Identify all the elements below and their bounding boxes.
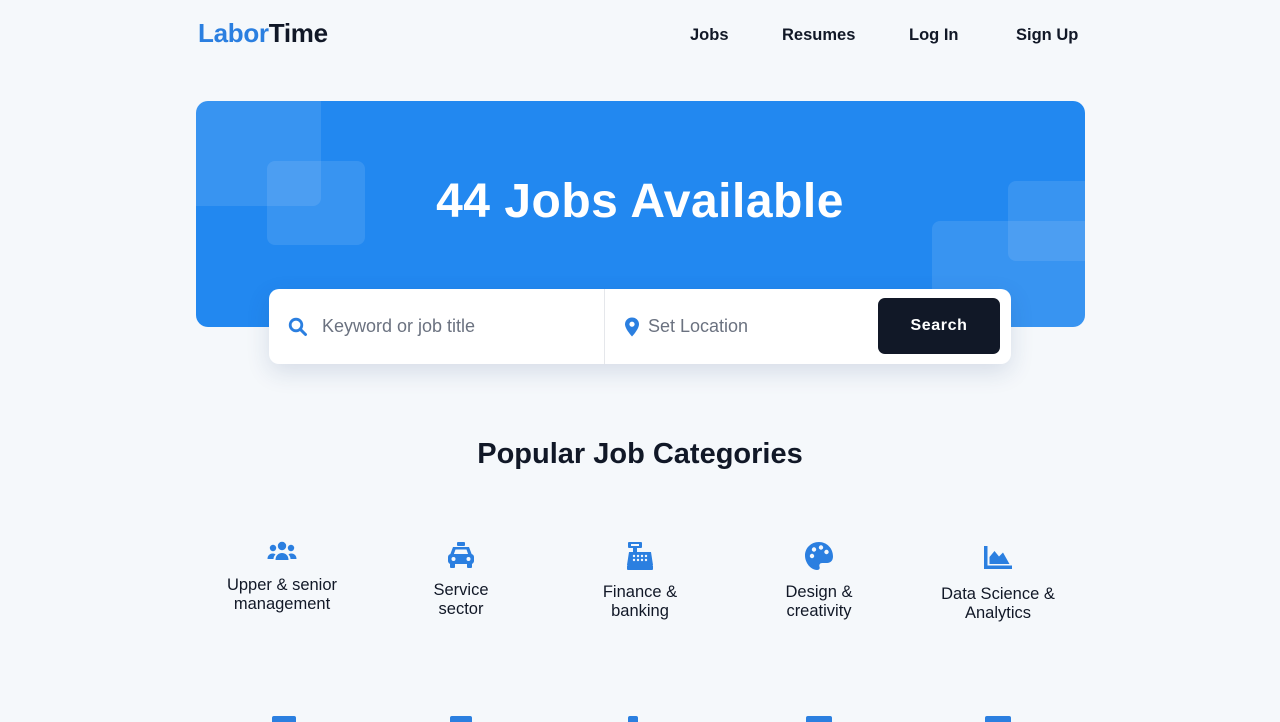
category-icon-partial	[628, 716, 638, 722]
header: LaborTime Jobs Resumes Log In Sign Up	[0, 0, 1280, 80]
taxi-icon	[447, 541, 475, 569]
keyword-input[interactable]	[322, 316, 562, 337]
location-field-wrapper	[624, 289, 869, 364]
category-design-creativity[interactable]: Design & creativity	[739, 541, 899, 621]
categories-title: Popular Job Categories	[477, 438, 803, 470]
category-label: Service sector	[433, 581, 489, 618]
category-upper-senior-management[interactable]: Upper & senior management	[202, 541, 362, 614]
main-nav: Jobs Resumes Log In Sign Up	[0, 26, 1280, 50]
category-label: Finance & banking	[602, 583, 678, 620]
nav-jobs[interactable]: Jobs	[690, 26, 729, 45]
palette-icon	[804, 541, 834, 571]
map-marker-icon	[624, 317, 640, 337]
category-icon-partial	[806, 716, 832, 722]
search-icon	[288, 317, 308, 337]
search-bar: Search	[269, 289, 1011, 364]
chart-area-icon	[983, 544, 1013, 570]
category-label: Upper & senior management	[226, 576, 338, 613]
category-label: Data Science & Analytics	[941, 585, 1055, 622]
category-service-sector[interactable]: Service sector	[381, 541, 541, 619]
category-finance-banking[interactable]: Finance & banking	[560, 541, 720, 621]
keyword-field-wrapper	[288, 289, 598, 364]
cash-register-icon	[626, 541, 654, 571]
category-data-science-analytics[interactable]: Data Science & Analytics	[918, 541, 1078, 623]
search-divider	[604, 289, 605, 364]
category-label: Design & creativity	[785, 583, 853, 620]
nav-login[interactable]: Log In	[909, 26, 958, 45]
users-icon	[267, 541, 297, 563]
nav-signup[interactable]: Sign Up	[1016, 26, 1078, 45]
category-icon-partial	[450, 716, 472, 722]
hero-title: 44 Jobs Available	[436, 175, 844, 228]
category-icon-partial	[985, 716, 1011, 722]
location-input[interactable]	[648, 316, 858, 337]
category-icon-partial	[272, 716, 296, 722]
nav-resumes[interactable]: Resumes	[782, 26, 855, 45]
search-button[interactable]: Search	[878, 298, 1000, 354]
